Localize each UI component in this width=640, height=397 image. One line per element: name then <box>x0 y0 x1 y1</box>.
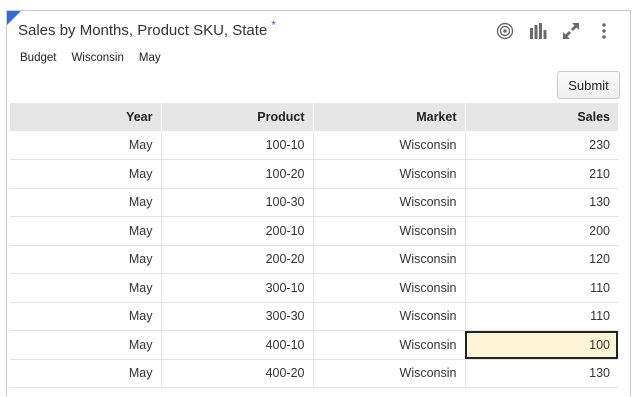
sales-cell[interactable]: 130 <box>465 359 618 388</box>
product-cell: 400-10 <box>161 330 314 360</box>
sales-cell[interactable]: 130 <box>465 188 618 217</box>
pov-market[interactable]: Wisconsin <box>71 52 123 64</box>
market-cell: Wisconsin <box>313 216 466 246</box>
column-header-year: Year <box>10 103 162 131</box>
sales-cell[interactable]: 210 <box>465 159 618 189</box>
year-cell: May <box>10 330 162 360</box>
table-row: May 400-10 Wisconsin 100 <box>10 330 618 360</box>
table-row: May 100-30 Wisconsin 130 <box>10 188 618 217</box>
year-cell: May <box>10 216 162 246</box>
target-icon[interactable] <box>488 20 521 42</box>
year-cell: May <box>10 245 162 274</box>
year-cell: May <box>10 131 162 160</box>
form-panel: Sales by Months, Product SKU, State * Bu… <box>6 10 631 396</box>
market-cell: Wisconsin <box>313 188 466 217</box>
market-cell: Wisconsin <box>313 359 466 388</box>
form-title-text: Sales by Months, Product SKU, State <box>18 22 268 39</box>
sales-cell[interactable]: 200 <box>465 216 618 246</box>
product-cell: 200-20 <box>161 245 314 274</box>
market-cell: Wisconsin <box>313 302 466 331</box>
data-grid: Year Product Market Sales May 100-10 Wis… <box>10 103 618 388</box>
table-row: May 100-20 Wisconsin 210 <box>10 159 618 189</box>
sales-cell[interactable]: 110 <box>465 302 618 331</box>
modified-marker: * <box>271 18 276 32</box>
submit-button[interactable]: Submit <box>557 71 620 99</box>
product-cell: 100-20 <box>161 159 314 189</box>
market-cell: Wisconsin <box>313 159 466 189</box>
product-cell: 300-30 <box>161 302 314 331</box>
year-cell: May <box>10 302 162 331</box>
sales-cell[interactable]: 230 <box>465 131 618 160</box>
table-row: May 300-10 Wisconsin 110 <box>10 273 618 303</box>
product-cell: 100-30 <box>161 188 314 217</box>
more-vertical-icon[interactable] <box>587 20 620 42</box>
pov-period[interactable]: May <box>139 52 161 64</box>
table-row: May 400-20 Wisconsin 130 <box>10 359 618 388</box>
product-cell: 100-10 <box>161 131 314 160</box>
column-header-market: Market <box>313 103 466 131</box>
sales-cell[interactable]: 120 <box>465 245 618 274</box>
year-cell: May <box>10 273 162 303</box>
column-header-sales: Sales <box>465 103 618 131</box>
table-row: May 200-10 Wisconsin 200 <box>10 216 618 246</box>
bar-chart-icon[interactable] <box>521 20 554 42</box>
pov-bar: Budget Wisconsin May <box>20 52 161 64</box>
toolbar <box>488 20 620 42</box>
expand-icon[interactable] <box>554 20 587 42</box>
product-cell: 300-10 <box>161 273 314 303</box>
pov-scenario[interactable]: Budget <box>20 52 56 64</box>
product-cell: 400-20 <box>161 359 314 388</box>
grid-header-row: Year Product Market Sales <box>10 103 618 131</box>
year-cell: May <box>10 159 162 189</box>
table-row: May 100-10 Wisconsin 230 <box>10 131 618 160</box>
product-cell: 200-10 <box>161 216 314 246</box>
form-title: Sales by Months, Product SKU, State * <box>18 18 276 39</box>
market-cell: Wisconsin <box>313 330 466 360</box>
market-cell: Wisconsin <box>313 245 466 274</box>
year-cell: May <box>10 359 162 388</box>
sales-cell[interactable]: 110 <box>465 273 618 303</box>
year-cell: May <box>10 188 162 217</box>
table-row: May 300-30 Wisconsin 110 <box>10 302 618 331</box>
market-cell: Wisconsin <box>313 131 466 160</box>
market-cell: Wisconsin <box>313 273 466 303</box>
sales-cell-selected[interactable]: 100 <box>465 330 618 360</box>
column-header-product: Product <box>161 103 314 131</box>
table-row: May 200-20 Wisconsin 120 <box>10 245 618 274</box>
